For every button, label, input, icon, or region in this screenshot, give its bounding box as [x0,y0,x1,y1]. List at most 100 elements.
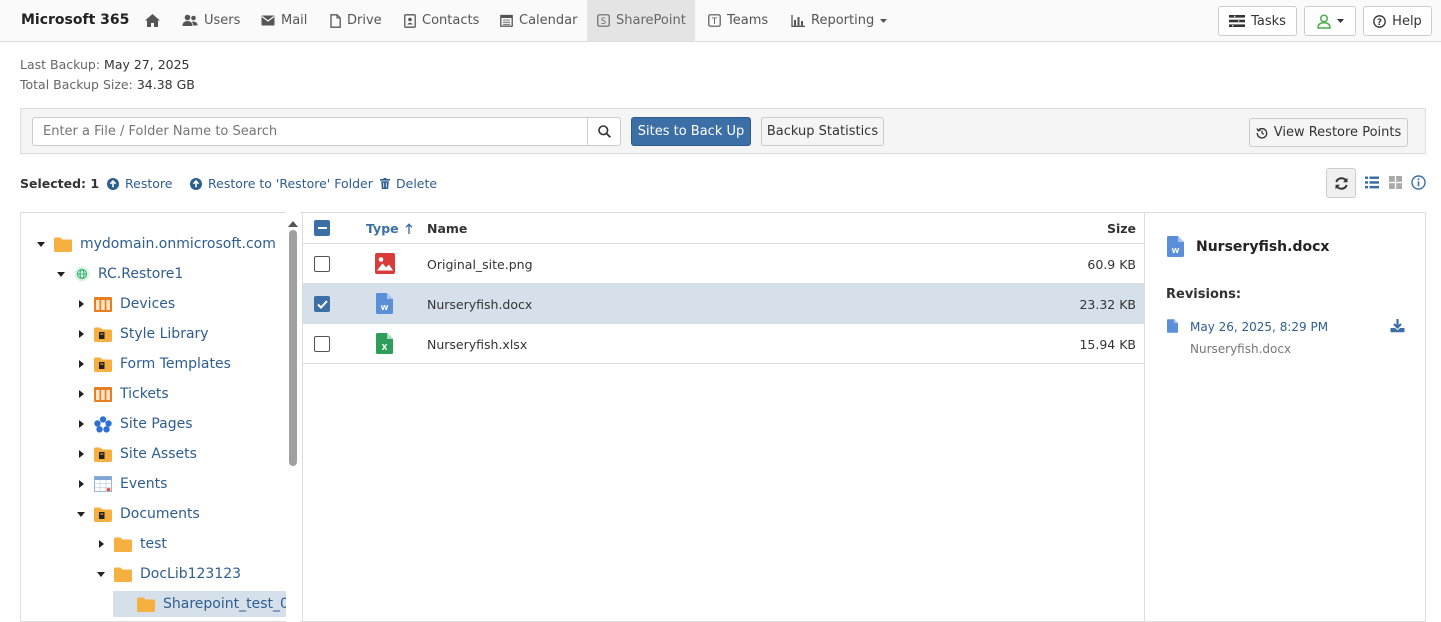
refresh-button[interactable] [1326,168,1356,198]
bar-chart-icon [791,14,805,27]
folder-icon [114,537,132,552]
list-view-button[interactable] [1365,176,1379,193]
word-file-icon: W [376,293,393,317]
tree-item-label: Tickets [120,386,169,402]
nav-mail[interactable]: Mail [251,0,317,41]
detail-header: W Nurseryfish.docx [1167,236,1329,257]
tree-item-events[interactable]: Events [76,469,167,499]
tree-item-documents[interactable]: Documents [76,499,200,529]
caret-right-icon[interactable] [76,390,86,398]
trash-icon [380,178,390,189]
tree-item-tickets[interactable]: Tickets [76,379,169,409]
caret-right-icon[interactable] [76,300,86,308]
type-column-header[interactable]: Type [366,221,413,236]
nav-calendar-label: Calendar [519,13,578,28]
search-input[interactable] [32,117,588,146]
tree-item-label: DocLib123123 [140,566,242,582]
nav-home[interactable] [134,0,171,41]
file-row[interactable]: X Nurseryfish.xlsx 15.94 KB [303,324,1144,364]
help-label: Help [1392,13,1422,29]
caret-down-icon[interactable] [76,511,86,517]
row-checkbox[interactable] [314,336,330,352]
caret-down-icon[interactable] [36,241,46,247]
download-icon [1390,319,1405,333]
size-column-header[interactable]: Size [1107,221,1136,236]
tree-item-devices[interactable]: Devices [76,289,175,319]
nav-drive-label: Drive [347,13,382,28]
contact-card-icon [404,13,416,28]
file-row[interactable]: W Nurseryfish.docx 23.32 KB [303,284,1144,324]
caret-right-icon[interactable] [76,360,86,368]
restore-label: Restore [125,176,173,191]
nav-sharepoint-label: SharePoint [616,13,686,28]
caret-right-icon[interactable] [76,450,86,458]
download-revision-button[interactable] [1390,319,1405,337]
arrow-up-circle-icon [190,177,202,190]
file-size: 23.32 KB [1079,297,1136,312]
nav-sharepoint[interactable]: S SharePoint [587,0,695,41]
help-icon: ? [1373,14,1387,28]
tree-item-site-pages[interactable]: Site Pages [76,409,193,439]
nav-drive[interactable]: Drive [320,0,392,41]
tree-item-form-templates[interactable]: Form Templates [76,349,231,379]
tree-item-doclib[interactable]: DocLib123123 [96,559,241,589]
delete-button[interactable]: Delete [380,176,437,191]
file-details-panel: W Nurseryfish.docx Revisions: May 26, 20… [1145,212,1426,622]
row-checkbox[interactable] [314,296,330,312]
caret-right-icon[interactable] [76,420,86,428]
tree-item-sharepoint-test[interactable]: Sharepoint_test_03 [113,591,286,617]
tree-item-test[interactable]: test [96,529,167,559]
row-checkbox[interactable] [314,256,330,272]
globe-icon [74,266,90,282]
caret-right-icon[interactable] [76,330,86,338]
caret-down-icon [880,18,888,23]
nav-calendar[interactable]: Calendar [490,0,587,41]
nav-contacts[interactable]: Contacts [394,0,489,41]
svg-text:X: X [382,343,388,352]
tree-item-label: Events [120,476,168,492]
nav-users[interactable]: Users [172,0,250,41]
library-icon [94,507,112,522]
nav-reporting[interactable]: Reporting [781,0,897,41]
file-row[interactable]: Original_site.png 60.9 KB [303,244,1144,284]
teams-icon: T [708,14,721,27]
nav-teams[interactable]: T Teams [698,0,778,41]
tree-item-domain[interactable]: mydomain.onmicrosoft.com [36,229,276,259]
name-column-header[interactable]: Name [427,221,467,236]
view-restore-points-button[interactable]: View Restore Points [1249,118,1408,147]
tree-item-site[interactable]: RC.Restore1 [56,259,183,289]
sites-to-back-up-button[interactable]: Sites to Back Up [631,117,751,146]
tree-item-label: Documents [120,506,200,522]
tasks-button[interactable]: Tasks [1218,6,1297,36]
tree-item-label: RC.Restore1 [98,266,184,282]
file-icon [330,13,341,28]
restore-button[interactable]: Restore [107,176,172,191]
view-restore-points-label: View Restore Points [1273,125,1402,140]
library-icon [94,327,112,342]
help-button[interactable]: ? Help [1363,6,1432,36]
backup-statistics-button[interactable]: Backup Statistics [761,117,884,146]
caret-down-icon [1336,19,1344,23]
tree-scrollbar-thumb[interactable] [289,230,297,466]
info-button[interactable] [1411,175,1426,194]
scroll-up-arrow-icon[interactable] [288,216,298,231]
tree-item-site-assets[interactable]: Site Assets [76,439,197,469]
caret-right-icon[interactable] [96,540,106,548]
search-toolbar: Sites to Back Up Backup Statistics View … [20,108,1426,154]
tree-item-label: test [140,536,167,552]
caret-down-icon[interactable] [56,271,66,277]
app-brand[interactable]: Microsoft 365 [21,12,129,28]
revision-date-link[interactable]: May 26, 2025, 8:29 PM [1190,320,1328,334]
library-icon [94,447,112,462]
select-all-checkbox[interactable] [314,220,330,236]
tree-item-style-library[interactable]: Style Library [76,319,209,349]
caret-right-icon[interactable] [76,480,86,488]
user-menu-button[interactable] [1304,6,1356,36]
tasks-icon [1229,15,1246,27]
caret-down-icon[interactable] [96,571,106,577]
svg-text:T: T [711,17,718,27]
search-button[interactable] [587,117,621,146]
site-pages-icon [94,415,112,432]
grid-view-button[interactable] [1389,176,1402,193]
restore-to-folder-button[interactable]: Restore to 'Restore' Folder [190,176,373,191]
